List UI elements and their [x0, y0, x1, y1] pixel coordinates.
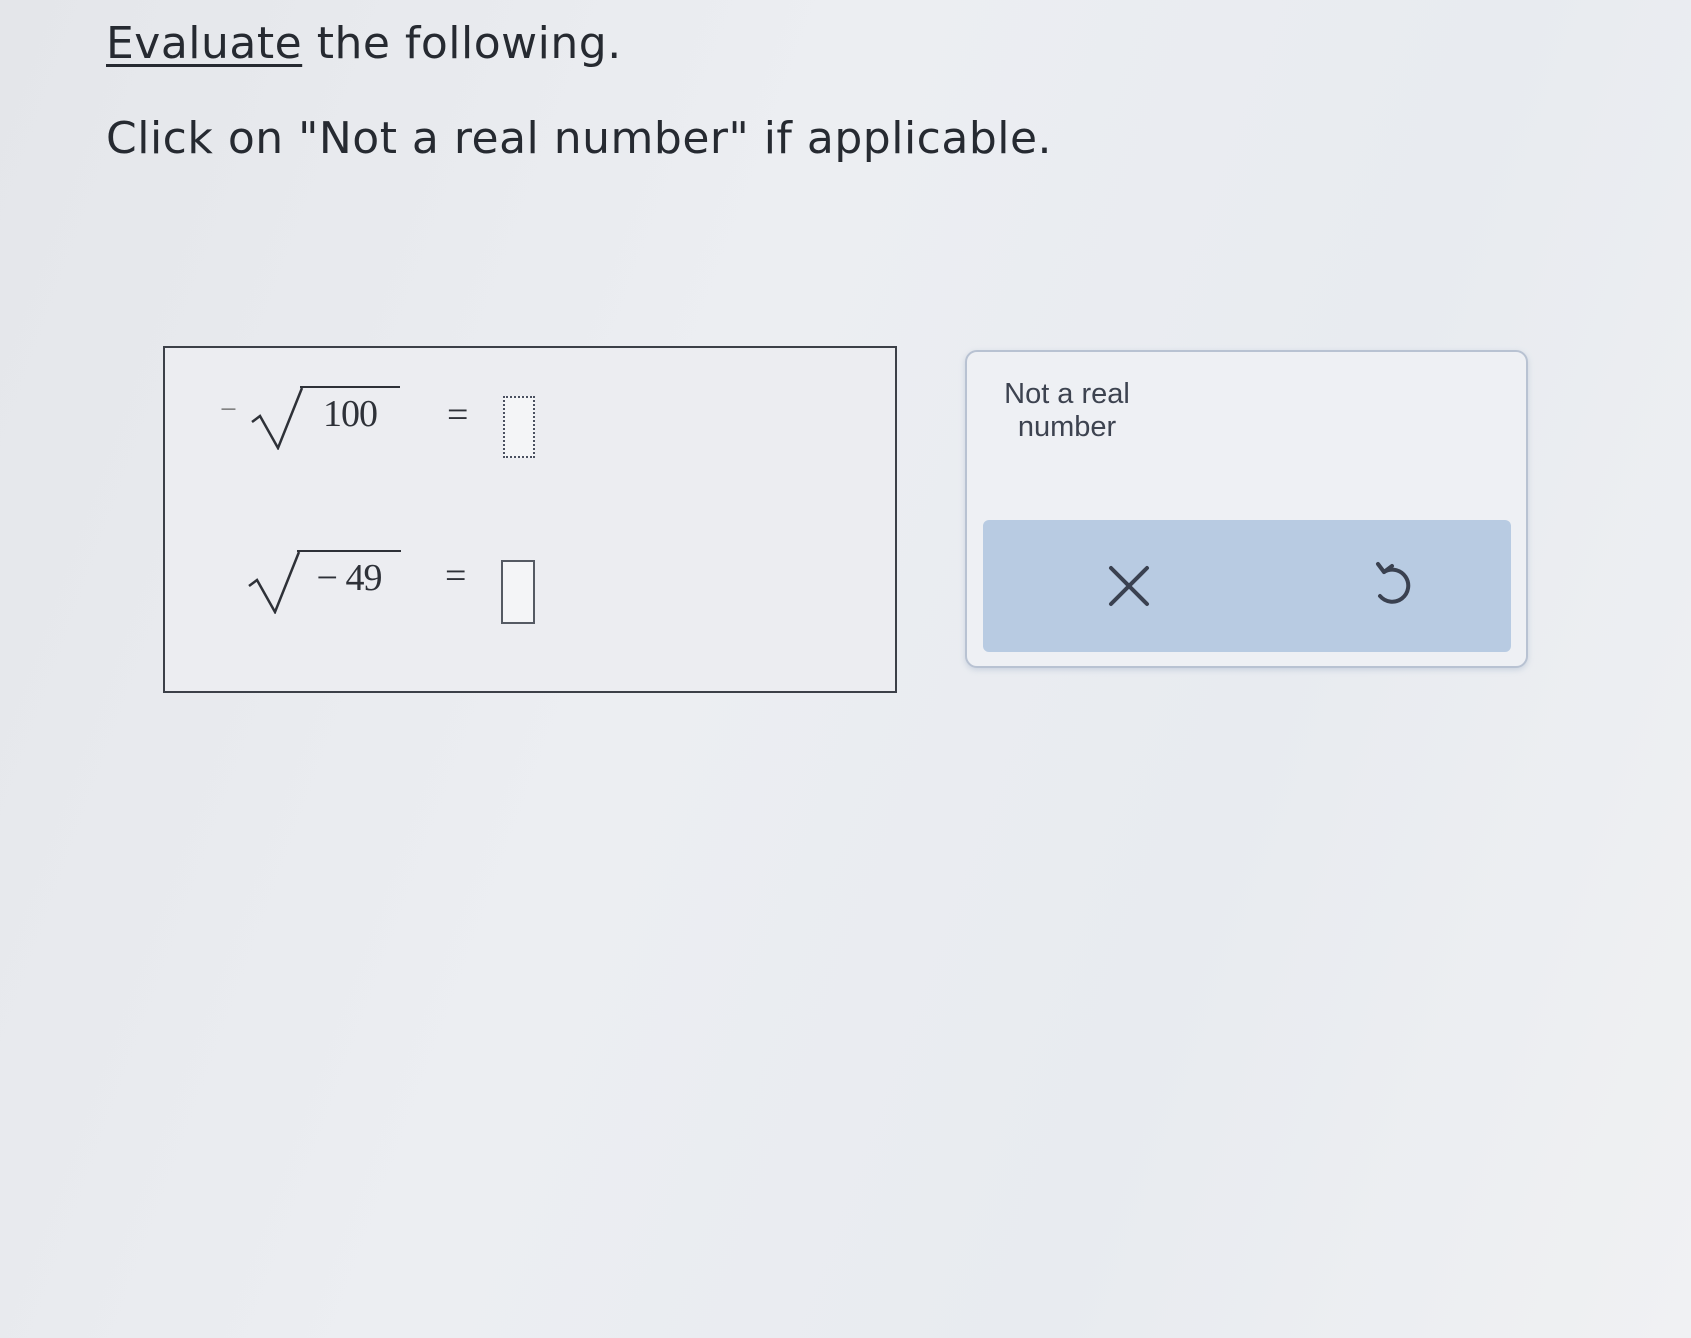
radicand-2: − 49: [297, 550, 401, 600]
answer-tool-panel: Not a real number: [965, 350, 1528, 668]
radical-sign-icon: [248, 551, 301, 614]
equals-sign: =: [447, 394, 469, 436]
answer-input-2[interactable]: [501, 560, 535, 624]
undo-icon: [1376, 562, 1411, 604]
x-icon: [1109, 566, 1149, 606]
answer-input-1[interactable]: [503, 396, 535, 458]
not-a-real-number-button[interactable]: Not a real number: [997, 378, 1137, 444]
problem-row-2: − 49 =: [165, 518, 895, 688]
evaluate-link[interactable]: Evaluate: [106, 18, 302, 69]
negative-sign: −: [220, 393, 237, 426]
problem-row-1: − 100 =: [165, 348, 895, 518]
radical-sign-icon: [251, 387, 304, 450]
undo-button[interactable]: [1354, 548, 1430, 624]
radicand-1: 100: [300, 386, 400, 436]
instruction-title-rest: the following.: [302, 18, 622, 69]
problem-panel: − 100 = − 49 =: [163, 346, 897, 693]
clear-button[interactable]: [1091, 548, 1167, 624]
instruction-subtitle: Click on "Not a real number" if applicab…: [106, 113, 1053, 164]
instruction-title: Evaluate the following.: [106, 18, 622, 69]
equals-sign: =: [445, 555, 467, 597]
action-bar: [983, 520, 1511, 652]
